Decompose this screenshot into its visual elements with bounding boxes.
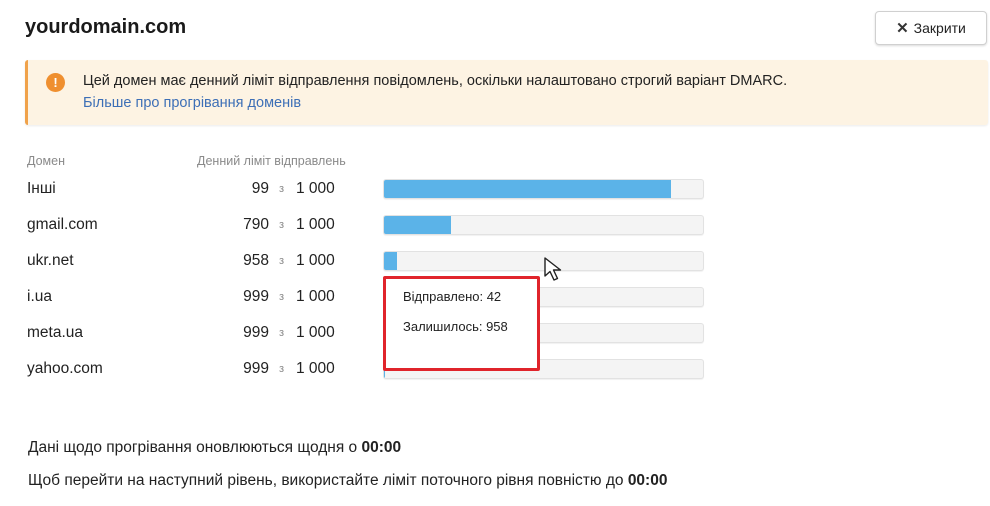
- limit-value: 1 000: [296, 180, 335, 197]
- warmup-update-time: 00:00: [361, 439, 402, 456]
- column-header-domain: Домен: [27, 154, 66, 168]
- column-header-daily-limit: Денний ліміт відправлень: [197, 154, 346, 168]
- usage-tooltip: Відправлено: 42 Залишилось: 958: [383, 276, 540, 371]
- usage-bar[interactable]: [383, 179, 704, 199]
- mouse-cursor-icon: [544, 257, 562, 281]
- used-count: 958: [243, 252, 269, 269]
- domain-name: meta.ua: [27, 324, 84, 341]
- domain-name: Інші: [27, 180, 56, 197]
- used-count: 790: [243, 216, 269, 233]
- of-label: з: [279, 327, 285, 339]
- next-level-note: Щоб перейти на наступний рівень, викорис…: [28, 472, 667, 490]
- alert-message: Цей домен має денний ліміт відправлення …: [83, 73, 788, 89]
- usage-bar-fill: [384, 180, 672, 198]
- next-level-text: Щоб перейти на наступний рівень, викорис…: [28, 472, 628, 489]
- limit-value: 1 000: [296, 360, 335, 377]
- limit-value: 1 000: [296, 288, 335, 305]
- domain-name: yahoo.com: [27, 360, 103, 377]
- page-title: yourdomain.com: [25, 16, 187, 38]
- usage-bar[interactable]: [383, 215, 704, 235]
- usage-bar-fill: [384, 252, 398, 270]
- tooltip-remaining: Залишилось: 958: [403, 319, 508, 334]
- limit-value: 1 000: [296, 252, 335, 269]
- close-button-label: Закрити: [913, 20, 966, 36]
- used-count: 99: [251, 180, 269, 197]
- next-level-time: 00:00: [627, 472, 668, 489]
- warmup-update-text: Дані щодо прогрівання оновлюються щодня …: [28, 439, 362, 456]
- of-label: з: [279, 291, 285, 303]
- domain-warmup-link[interactable]: Більше про прогрівання доменів: [83, 95, 301, 111]
- table-row: gmail.com 790 з 1 000: [0, 215, 990, 252]
- used-count: 999: [243, 288, 269, 305]
- table-row: Інші 99 з 1 000: [0, 179, 990, 216]
- of-label: з: [279, 219, 285, 231]
- of-label: з: [279, 255, 285, 267]
- exclamation-icon: !: [46, 73, 65, 92]
- tooltip-sent: Відправлено: 42: [403, 289, 502, 304]
- close-icon: ✕: [896, 19, 909, 37]
- warmup-update-note: Дані щодо прогрівання оновлюються щодня …: [28, 439, 401, 457]
- domain-name: ukr.net: [27, 252, 74, 269]
- of-label: з: [279, 183, 285, 195]
- used-count: 999: [243, 324, 269, 341]
- domain-name: gmail.com: [27, 216, 98, 233]
- domain-name: i.ua: [27, 288, 52, 305]
- close-button[interactable]: ✕ Закрити: [875, 11, 987, 45]
- used-count: 999: [243, 360, 269, 377]
- of-label: з: [279, 363, 285, 375]
- dmarc-alert: ! Цей домен має денний ліміт відправленн…: [25, 60, 988, 125]
- limit-value: 1 000: [296, 216, 335, 233]
- usage-bar-fill: [384, 216, 451, 234]
- limit-value: 1 000: [296, 324, 335, 341]
